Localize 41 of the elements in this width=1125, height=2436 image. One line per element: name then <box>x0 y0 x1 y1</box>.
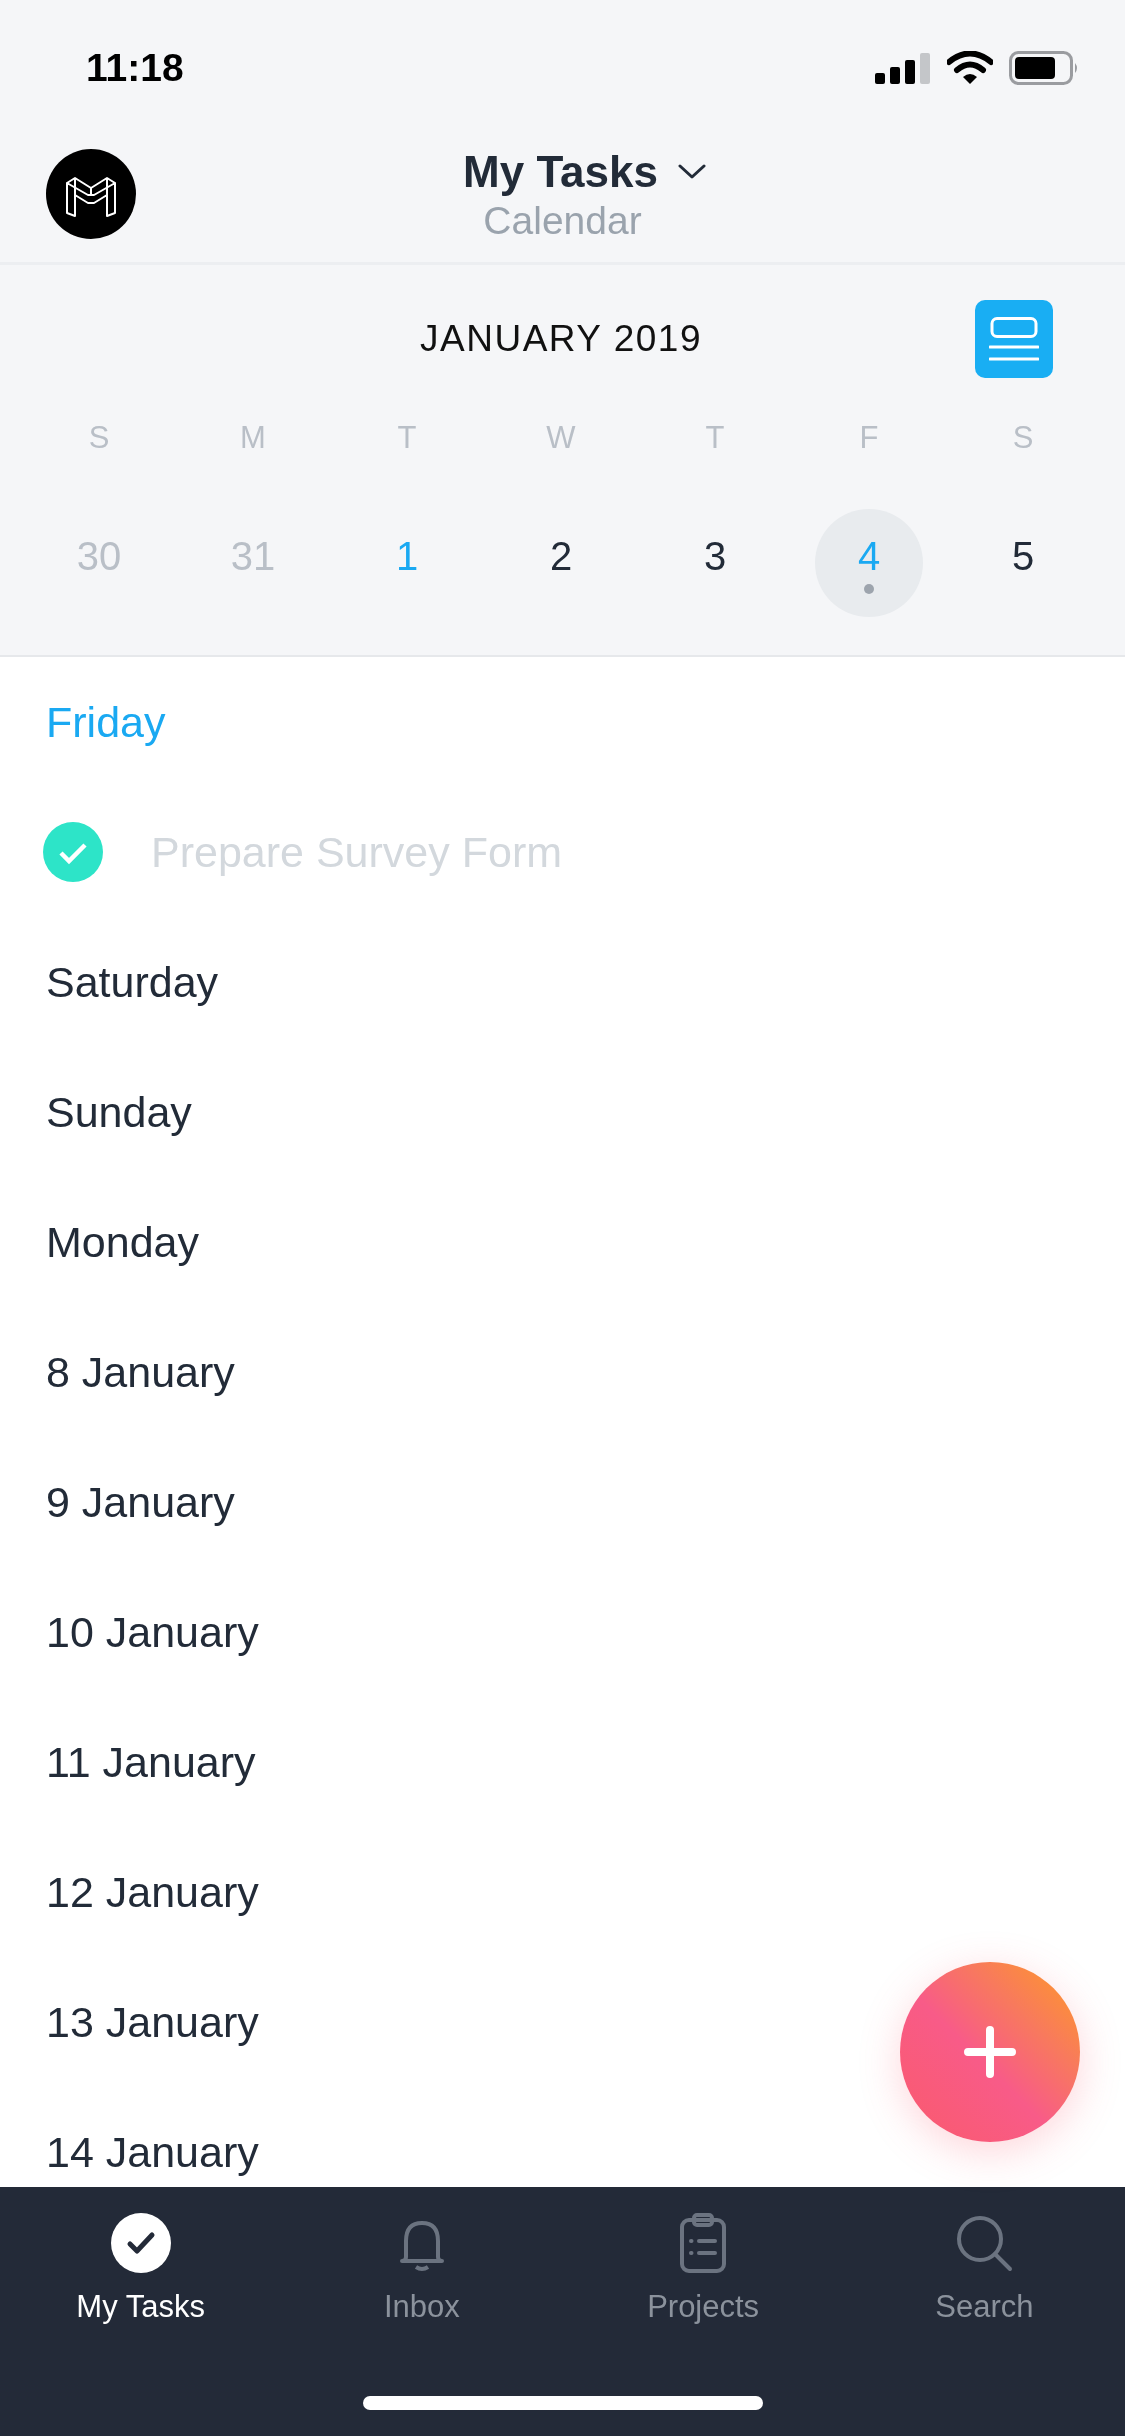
weekday-label: T <box>397 419 417 457</box>
logo-icon[interactable] <box>46 149 136 239</box>
check-circle-icon[interactable] <box>43 822 103 882</box>
check-circle-icon <box>110 2213 171 2273</box>
calendar-day[interactable]: 3 <box>703 532 727 580</box>
calendar-day[interactable]: 2 <box>549 532 573 580</box>
calendar-day[interactable]: 5 <box>1011 532 1035 580</box>
day-heading: Saturday <box>46 957 219 1008</box>
day-heading: 13 January <box>46 1997 259 2048</box>
plus-icon <box>964 2026 1016 2078</box>
caret-icon[interactable] <box>677 164 706 180</box>
battery-icon <box>1009 51 1079 85</box>
weekday-label: S <box>88 419 110 457</box>
weekday-label: S <box>1012 419 1034 457</box>
day-heading: 14 January <box>46 2127 259 2178</box>
day-heading: 10 January <box>46 1607 259 1658</box>
day-heading: 8 January <box>46 1347 235 1398</box>
weekday-label: T <box>705 419 725 457</box>
nav-tab[interactable]: Search <box>935 2213 1034 2327</box>
day-heading: Friday <box>46 697 166 748</box>
day-heading: Sunday <box>46 1087 192 1138</box>
view-toggle-button[interactable] <box>975 300 1053 378</box>
nav-tab[interactable]: Projects <box>647 2213 760 2327</box>
nav-tab[interactable]: Inbox <box>383 2213 460 2327</box>
signal-icon <box>875 52 931 84</box>
day-heading: 11 January <box>46 1737 256 1788</box>
wifi-icon <box>947 51 993 85</box>
calendar-day[interactable]: 1 <box>395 532 419 580</box>
weekday-label: W <box>546 419 576 457</box>
day-heading: 9 January <box>46 1477 235 1528</box>
header-subtitle: Calendar <box>483 198 642 244</box>
day-heading: 12 January <box>46 1867 259 1918</box>
header-title[interactable]: My Tasks <box>463 146 658 198</box>
status-time: 11:18 <box>86 46 184 90</box>
search-icon <box>954 2213 1015 2273</box>
weekday-label: F <box>859 419 879 457</box>
weekday-label: M <box>240 419 266 457</box>
card-list-icon <box>989 317 1039 361</box>
day-heading: Monday <box>46 1217 199 1268</box>
month-label: JANUARY 2019 <box>420 317 702 361</box>
nav-tab[interactable]: My Tasks <box>76 2213 205 2327</box>
